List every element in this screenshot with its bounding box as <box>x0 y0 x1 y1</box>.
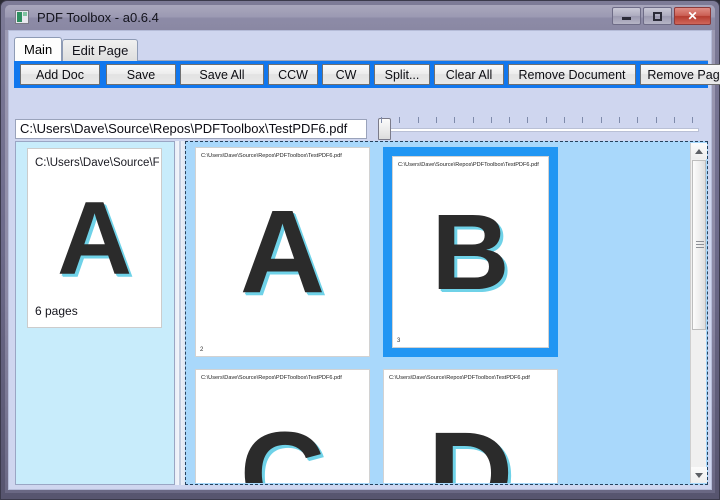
page-thumbnail-container: C:\Users\Dave\Source\Repos\PDFToolbox\Te… <box>187 143 691 483</box>
page-path-label: C:\Users\Dave\Source\Repos\PDFToolbox\Te… <box>201 375 342 381</box>
toolbar-button-split[interactable]: Split... <box>374 64 430 85</box>
zoom-slider-tick <box>490 117 492 123</box>
window-title: PDF Toolbox - a0.6.4 <box>37 10 159 25</box>
application-window: PDF Toolbox - a0.6.4 ✕ Main Edit Page Ad… <box>0 0 720 500</box>
page-letter: C <box>239 407 326 483</box>
toolbar-button-label: Save <box>126 67 156 82</box>
page-path-label: C:\Users\Dave\Source\Repos\PDFToolbox\Te… <box>398 162 539 168</box>
page-card[interactable]: C:\Users\Dave\Source\Repos\PDFToolbox\Te… <box>383 369 558 483</box>
toolbar-button-remove-document[interactable]: Remove Document <box>508 64 636 85</box>
page-letter: A <box>239 185 326 318</box>
zoom-slider-tick <box>655 117 657 123</box>
maximize-button[interactable] <box>643 7 672 25</box>
window-frame: PDF Toolbox - a0.6.4 ✕ Main Edit Page Ad… <box>5 5 720 493</box>
tab-main[interactable]: Main <box>14 37 63 61</box>
client-area: Main Edit Page Add Doc Save Save All CCW CW S… <box>8 30 720 490</box>
document-list-panel[interactable]: C:\Users\Dave\Source\F A 6 pages <box>15 141 175 485</box>
zoom-slider-tick <box>509 117 511 123</box>
tab-edit-page[interactable]: Edit Page <box>62 39 139 61</box>
document-path-label: C:\Users\Dave\Source\F <box>35 157 159 169</box>
toolbar-button-add-doc[interactable]: Add Doc <box>20 64 100 85</box>
close-icon: ✕ <box>687 9 698 23</box>
page-preview-glyph: C <box>196 407 369 483</box>
pane-splitter[interactable] <box>175 141 185 485</box>
toolbar-button-label: Add Doc <box>36 67 84 82</box>
close-button[interactable]: ✕ <box>674 7 711 25</box>
toolbar-button-label: Save All <box>199 67 245 82</box>
page-letter: D <box>427 407 514 483</box>
scroll-down-icon[interactable] <box>691 467 707 483</box>
zoom-slider-track <box>379 128 699 132</box>
scrollbar-grip-icon <box>696 241 704 249</box>
toolbar-button-save[interactable]: Save <box>106 64 176 85</box>
page-number-label: 2 <box>200 347 204 353</box>
page-card[interactable]: C:\Users\Dave\Source\Repos\PDFToolbox\Te… <box>392 156 549 348</box>
zoom-slider-tick <box>399 117 401 123</box>
toolbar-button-cw[interactable]: CW <box>322 64 370 85</box>
page-thumbnail-item[interactable]: C:\Users\Dave\Source\Repos\PDFToolbox\Te… <box>195 147 370 357</box>
document-path-input[interactable]: C:\Users\Dave\Source\Repos\PDFToolbox\Te… <box>15 119 367 139</box>
toolbar-button-remove-page[interactable]: Remove Page <box>640 64 720 85</box>
page-list-panel[interactable]: C:\Users\Dave\Source\Repos\PDFToolbox\Te… <box>185 141 708 485</box>
page-letter: B <box>431 191 510 312</box>
toolbar-button-label: CCW <box>278 67 308 82</box>
toolbar-button-label: Split... <box>384 67 420 82</box>
page-card[interactable]: C:\Users\Dave\Source\Repos\PDFToolbox\Te… <box>195 147 370 357</box>
splitter-grip <box>179 141 181 485</box>
scrollbar-thumb[interactable] <box>692 160 706 330</box>
zoom-slider-tick <box>527 117 529 123</box>
toolbar-button-clear-all[interactable]: Clear All <box>434 64 504 85</box>
minimize-button[interactable] <box>612 7 641 25</box>
page-list-scrollbar[interactable] <box>690 143 707 483</box>
zoom-slider-tick <box>618 117 620 123</box>
tab-edit-page-label: Edit Page <box>72 43 129 58</box>
zoom-slider-thumb[interactable] <box>378 118 391 140</box>
page-preview-glyph: A <box>196 185 369 318</box>
scroll-up-icon[interactable] <box>691 143 707 159</box>
tab-main-label: Main <box>24 42 53 57</box>
zoom-slider-tick <box>692 117 694 123</box>
zoom-slider-tick <box>381 117 382 123</box>
zoom-slider-tick <box>435 117 437 123</box>
zoom-slider-tick <box>673 117 675 123</box>
zoom-slider-tick <box>472 117 474 123</box>
toolbar-button-label: CW <box>335 67 357 82</box>
split-container: C:\Users\Dave\Source\F A 6 pages C:\User… <box>15 141 708 485</box>
page-preview-glyph: B <box>393 191 548 312</box>
page-path-label: C:\Users\Dave\Source\Repos\PDFToolbox\Te… <box>389 375 530 381</box>
zoom-slider-tick <box>417 117 419 123</box>
page-thumbnail-item[interactable]: C:\Users\Dave\Source\Repos\PDFToolbox\Te… <box>383 147 558 357</box>
zoom-slider-tick <box>637 117 639 123</box>
page-card[interactable]: C:\Users\Dave\Source\Repos\PDFToolbox\Te… <box>195 369 370 483</box>
document-page-count: 6 pages <box>35 304 78 318</box>
maximize-icon <box>644 8 671 24</box>
zoom-slider-tick <box>545 117 547 123</box>
page-thumbnail-item[interactable]: C:\Users\Dave\Source\Repos\PDFToolbox\Te… <box>383 369 558 483</box>
zoom-slider-tick <box>582 117 584 123</box>
document-thumbnail[interactable]: C:\Users\Dave\Source\F A 6 pages <box>27 148 162 328</box>
toolbar-button-label: Clear All <box>445 67 493 82</box>
page-path-label: C:\Users\Dave\Source\Repos\PDFToolbox\Te… <box>201 153 342 159</box>
tab-strip: Main Edit Page <box>14 35 708 61</box>
minimize-icon <box>613 8 640 24</box>
zoom-slider[interactable] <box>371 116 708 142</box>
title-bar[interactable]: PDF Toolbox - a0.6.4 ✕ <box>5 5 715 30</box>
page-thumbnail-item[interactable]: C:\Users\Dave\Source\Repos\PDFToolbox\Te… <box>195 369 370 483</box>
app-logo-icon <box>15 10 29 24</box>
zoom-slider-tick <box>600 117 602 123</box>
zoom-slider-tick <box>564 117 565 123</box>
zoom-slider-tick <box>454 117 456 123</box>
toolbar-button-save-all[interactable]: Save All <box>180 64 264 85</box>
toolbar-button-ccw[interactable]: CCW <box>268 64 318 85</box>
toolbar-button-label: Remove Page <box>647 67 720 82</box>
document-preview-glyph: A <box>56 181 133 297</box>
page-preview-glyph: D <box>384 407 557 483</box>
toolbar: Add Doc Save Save All CCW CW Split... Clear Al… <box>14 61 720 88</box>
toolbar-button-label: Remove Document <box>518 67 626 82</box>
page-number-label: 3 <box>397 338 401 344</box>
